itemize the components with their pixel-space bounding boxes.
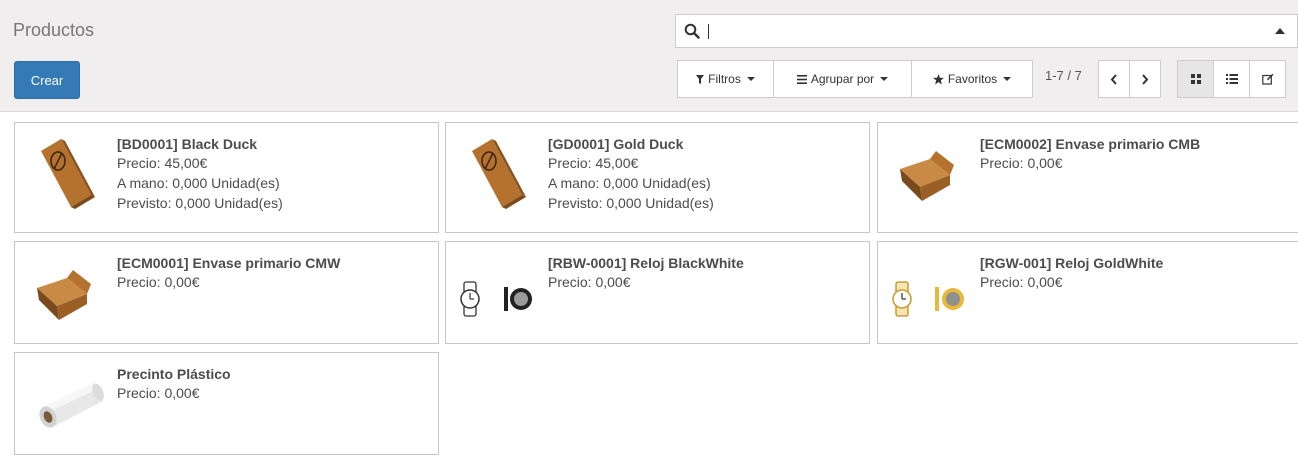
kanban-grid-icon [1190, 74, 1201, 84]
pager-next-button[interactable] [1129, 60, 1161, 98]
search-options-toggle-icon[interactable] [1275, 28, 1285, 34]
kanban-view-button[interactable] [1177, 60, 1214, 98]
chevron-right-icon [1142, 73, 1149, 85]
groupby-button[interactable]: Agrupar por [773, 60, 912, 98]
product-price: Precio: 45,00€ [548, 155, 639, 171]
product-info: Precinto Plástico Precio: 0,00€ [117, 365, 231, 403]
gold-watch-icon [890, 250, 980, 330]
create-button[interactable]: Crear [14, 61, 80, 99]
product-info: [RBW-0001] Reloj BlackWhite Precio: 0,00… [548, 254, 744, 292]
search-input[interactable] [708, 24, 709, 39]
edit-icon [1261, 73, 1273, 85]
product-info: [GD0001] Gold Duck Precio: 45,00€ A mano… [548, 135, 714, 213]
filter-icon [696, 74, 705, 84]
search-icon [684, 23, 700, 42]
form-view-button[interactable] [1249, 60, 1286, 98]
search-bar[interactable] [675, 14, 1298, 48]
product-card[interactable]: [ECM0002] Envase primario CMB Precio: 0,… [877, 122, 1298, 233]
filters-label: Filtros [708, 72, 741, 86]
control-panel: Productos Crear Filtros Agrupar por Favo… [0, 0, 1298, 112]
product-card[interactable]: [ECM0001] Envase primario CMW Precio: 0,… [14, 241, 439, 344]
plastic-roll-icon [27, 361, 117, 441]
groupby-label: Agrupar por [810, 72, 875, 86]
product-card[interactable]: [BD0001] Black Duck Precio: 45,00€ A man… [14, 122, 439, 233]
search-options: Filtros Agrupar por Favoritos [677, 60, 1033, 98]
page-title: Productos [13, 20, 95, 40]
product-name: [ECM0001] Envase primario CMW [117, 255, 341, 271]
product-info: [BD0001] Black Duck Precio: 45,00€ A man… [117, 135, 283, 213]
product-card[interactable]: [GD0001] Gold Duck Precio: 45,00€ A mano… [445, 122, 870, 233]
chevron-left-icon [1110, 73, 1117, 85]
product-forecast: Previsto: 0,000 Unidad(es) [117, 195, 283, 211]
product-info: [RGW-001] Reloj GoldWhite Precio: 0,00€ [980, 254, 1163, 292]
product-price: Precio: 45,00€ [117, 155, 208, 171]
chevron-down-icon [746, 77, 755, 81]
product-price: Precio: 0,00€ [117, 274, 200, 290]
product-card[interactable]: [RBW-0001] Reloj BlackWhite Precio: 0,00… [445, 241, 870, 344]
chevron-down-icon [1003, 77, 1012, 81]
list-lines-icon [796, 74, 807, 84]
product-price: Precio: 0,00€ [548, 274, 631, 290]
product-name: [BD0001] Black Duck [117, 136, 258, 152]
black-watch-icon [458, 250, 548, 330]
product-name: [RGW-001] Reloj GoldWhite [980, 255, 1164, 271]
product-forecast: Previsto: 0,000 Unidad(es) [548, 195, 714, 211]
wooden-box-icon [27, 131, 117, 211]
chevron-down-icon [880, 77, 889, 81]
star-icon [932, 73, 944, 84]
product-price: Precio: 0,00€ [117, 385, 200, 401]
favorites-label: Favoritos [947, 72, 998, 86]
pager-previous-button[interactable] [1098, 60, 1130, 98]
product-card[interactable]: Precinto Plástico Precio: 0,00€ [14, 352, 439, 455]
wooden-box-icon [458, 131, 548, 211]
product-name: Precinto Plástico [117, 366, 231, 382]
product-name: [GD0001] Gold Duck [548, 136, 684, 152]
pager-value[interactable]: 1-7 / 7 [1045, 68, 1082, 83]
product-name: [RBW-0001] Reloj BlackWhite [548, 255, 744, 271]
product-card[interactable]: [RGW-001] Reloj GoldWhite Precio: 0,00€ [877, 241, 1298, 344]
product-price: Precio: 0,00€ [980, 274, 1063, 290]
product-info: [ECM0001] Envase primario CMW Precio: 0,… [117, 254, 340, 292]
product-onhand: A mano: 0,000 Unidad(es) [117, 175, 280, 191]
open-box-icon [890, 131, 980, 211]
product-name: [ECM0002] Envase primario CMB [980, 136, 1201, 152]
open-box-icon [27, 250, 117, 330]
list-icon [1225, 74, 1238, 84]
product-price: Precio: 0,00€ [980, 155, 1063, 171]
pager-buttons [1098, 60, 1161, 98]
view-switcher [1177, 60, 1286, 98]
product-onhand: A mano: 0,000 Unidad(es) [548, 175, 711, 191]
list-view-button[interactable] [1213, 60, 1250, 98]
filters-button[interactable]: Filtros [677, 60, 774, 98]
favorites-button[interactable]: Favoritos [911, 60, 1033, 98]
product-info: [ECM0002] Envase primario CMB Precio: 0,… [980, 135, 1200, 173]
